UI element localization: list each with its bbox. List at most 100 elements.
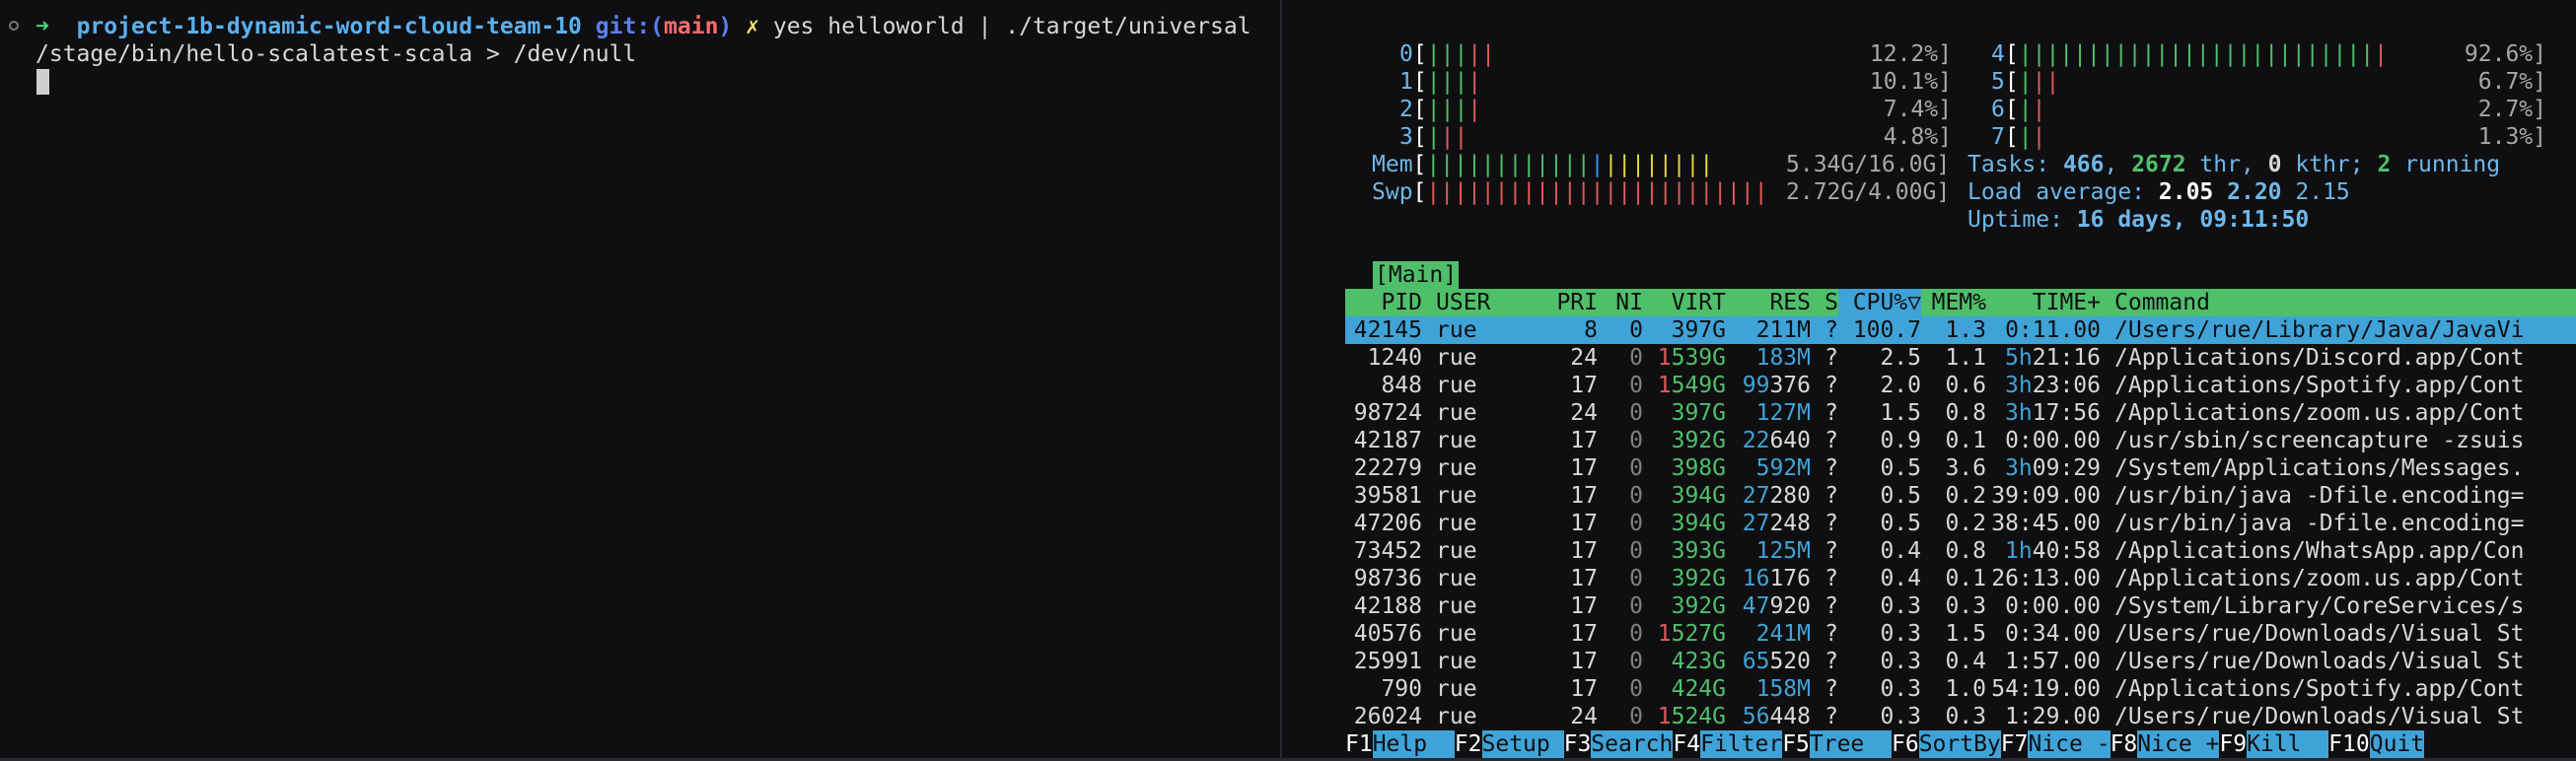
fkey-label-f1[interactable]: Help [1372,730,1455,758]
cell-virt: 1549G [1657,373,1726,398]
cell-state: ? [1825,345,1838,371]
col-pri[interactable]: PRI [1511,289,1598,316]
cpu-meter-2: 2[|||| [1399,97,1482,122]
table-row[interactable]: 42188 rue 17 0 392G 47920? 0.3 0.3 0:00.00/Syste… [1345,592,2576,620]
col-cpu[interactable]: CPU%▽ [1838,289,1921,316]
table-row[interactable]: 25991 rue 17 0 423G 65520? 0.3 0.4 1:57.00/Users… [1345,648,2576,675]
cpu-percent-3: 4.8%] [1883,124,1952,150]
table-row[interactable]: 40576 rue 17 0 1527G 241M? 0.3 1.5 0:34.00/Users… [1345,620,2576,648]
fkey-f6[interactable]: F6 [1892,731,1919,757]
cpu-meter-1: 1[|||| [1399,69,1482,95]
col-res[interactable]: RES [1726,289,1811,316]
fkey-label-f2[interactable]: Setup [1481,730,1564,758]
table-row[interactable]: 26024 rue 24 0 1524G 56448? 0.3 0.3 1:29.00/User… [1345,703,2576,730]
cpu-meter-7: 7[|| [1991,124,2046,150]
prompt-project: project-1b-dynamic-word-cloud-team-10 [76,14,582,39]
cell-state: ? [1825,400,1838,426]
swp-bar: ||||||||||||||||||||||||| [1426,179,1768,205]
col-user[interactable]: USER [1422,289,1511,316]
cell-state: ? [1825,455,1838,481]
cell-user: rue [1436,649,1477,674]
cell-time: 3h17:56 [2005,400,2101,426]
fkey-f10[interactable]: F10 [2328,731,2370,757]
fkey-label-f9[interactable]: Kill [2247,730,2329,758]
tab-main[interactable]: [Main] [1373,261,1460,289]
cell-time: 3h23:06 [2005,373,2101,398]
cell-res: 211M [1755,317,1811,343]
col-command[interactable]: Command [2101,289,2210,316]
table-row[interactable]: 1240 rue 24 0 1539G 183M? 2.5 1.1 5h21:16/Applic… [1345,344,2576,372]
cpu-label: 4 [1991,41,2005,67]
terminal-left-pane[interactable]: ➜ project-1b-dynamic-word-cloud-team-10 … [0,0,1280,761]
cell-command: /Users/rue/Downloads/Visual St [2114,649,2525,674]
cell-command: /Applications/zoom.us.app/Cont [2114,400,2525,426]
cell-command: /usr/bin/java -Dfile.encoding= [2114,483,2525,509]
table-row[interactable]: 848 rue 17 0 1549G 99376? 2.0 0.6 3h23:06/Applic… [1345,372,2576,399]
cell-cpu: 0.3 [1880,649,1921,674]
cell-ni: 0 [1629,704,1643,729]
cell-cpu: 0.3 [1880,676,1921,702]
cell-res: 65520 [1742,649,1811,674]
cell-pid: 22279 [1353,455,1422,481]
table-row[interactable]: 42145 rue 8 0 397G 211M? 100.7 1.3 0:11.00/Users… [1345,316,2576,344]
cell-cpu: 0.9 [1880,428,1921,453]
fkey-f2[interactable]: F2 [1455,731,1482,757]
table-row[interactable]: 98724 rue 24 0 397G 127M? 1.5 0.8 3h17:56/Applic… [1345,399,2576,427]
col-mem[interactable]: MEM% [1921,289,1986,316]
cell-mem: 0.3 [1945,593,1986,619]
fkey-f4[interactable]: F4 [1673,731,1700,757]
table-row[interactable]: 39581 rue 17 0 394G 27280? 0.5 0.2 39:09.00/usr/… [1345,482,2576,510]
cell-state: ? [1825,511,1838,536]
mem-value: 5.34G/16.0G] [1786,152,1951,177]
col-s[interactable]: S [1811,289,1838,316]
fkey-f8[interactable]: F8 [2111,731,2138,757]
fkey-label-f4[interactable]: Filter [1700,730,1783,758]
table-row[interactable]: 42187 rue 17 0 392G 22640? 0.9 0.1 0:00.00/usr/s… [1345,427,2576,454]
col-ni[interactable]: NI [1598,289,1643,316]
pane-status-icon [9,21,19,31]
cell-pid: 42145 [1353,317,1422,343]
terminal-cursor[interactable] [36,69,49,95]
cell-time: 0:00.00 [2005,593,2101,619]
table-row[interactable]: 98736 rue 17 0 392G 16176? 0.4 0.1 26:13.00/Appl… [1345,565,2576,592]
cell-res: 241M [1755,621,1811,647]
fkey-f1[interactable]: F1 [1345,731,1373,757]
table-row[interactable]: 790 rue 17 0 424G 158M? 0.3 1.0 54:19.00/Applica… [1345,675,2576,703]
kthreads-count: 0 [2267,152,2282,177]
cell-pri: 24 [1570,704,1598,729]
table-row[interactable]: 47206 rue 17 0 394G 27248? 0.5 0.2 38:45.00/usr/… [1345,510,2576,537]
fkey-f9[interactable]: F9 [2219,731,2247,757]
fkey-f5[interactable]: F5 [1782,731,1810,757]
col-time[interactable]: TIME+ [1986,289,2101,316]
table-row[interactable]: 22279 rue 17 0 398G 592M? 0.5 3.6 3h09:29/System… [1345,454,2576,482]
uptime-value: 16 days, 09:11:50 [2076,207,2310,233]
cell-command: /Users/rue/Downloads/Visual St [2114,621,2525,647]
prompt-git-prefix: git:( [595,14,665,39]
fkey-label-f6[interactable]: SortBy [1918,730,2001,758]
fkey-label-f8[interactable]: Nice + [2137,730,2220,758]
fkey-f3[interactable]: F3 [1564,731,1592,757]
cell-command: /usr/bin/java -Dfile.encoding= [2114,511,2525,536]
uptime: Uptime: 16 days, 09:11:50 [1968,207,2310,233]
fkey-label-f5[interactable]: Tree [1809,730,1892,758]
cell-res: 27280 [1742,483,1811,509]
cell-mem: 3.6 [1945,455,1986,481]
fkey-label-f3[interactable]: Search [1591,730,1674,758]
cpu-meter-0: 0[||||| [1399,41,1496,67]
cell-state: ? [1825,538,1838,564]
table-row[interactable]: 73452 rue 17 0 393G 125M? 0.4 0.8 1h40:58/Applic… [1345,537,2576,565]
cell-time: 1:29.00 [2005,704,2101,729]
cell-ni: 0 [1629,345,1643,371]
fkey-label-f7[interactable]: Nice - [2028,730,2111,758]
cell-pid: 848 [1381,373,1422,398]
running-count: 2 [2377,152,2392,177]
col-virt[interactable]: VIRT [1643,289,1726,316]
fkey-label-f10[interactable]: Quit [2369,730,2425,758]
command-text-2: /stage/bin/hello-scalatest-scala > /dev/… [36,41,637,67]
cell-user: rue [1436,511,1477,536]
fkey-f7[interactable]: F7 [2001,731,2029,757]
col-pid[interactable]: PID [1345,289,1422,316]
cpu-percent-2: 7.4%] [1883,97,1952,122]
prompt-git-suffix: ) [718,14,733,39]
cell-user: rue [1436,345,1477,371]
